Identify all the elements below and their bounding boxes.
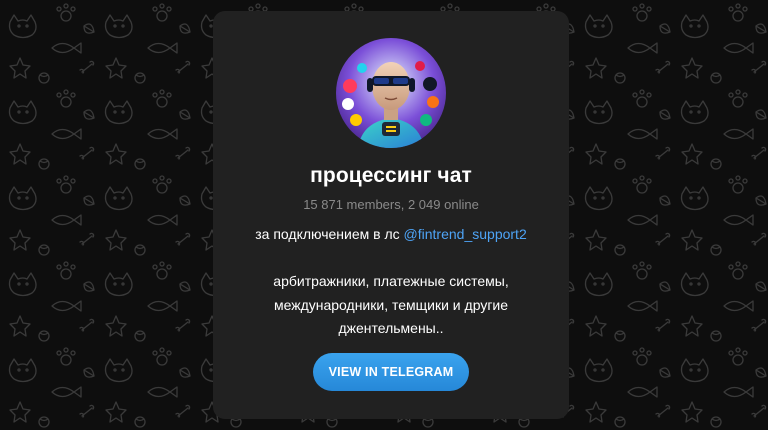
description-prefix: за подключением в лс: [255, 226, 404, 242]
channel-avatar: [336, 38, 446, 148]
robot-avatar-icon: [336, 38, 446, 148]
channel-title: процессинг чат: [310, 164, 472, 187]
description-line-1: за подключением в лс @fintrend_support2: [237, 223, 545, 247]
description-line-4: джентельмены..: [338, 320, 444, 336]
members-count: 15 871 members, 2 049 online: [303, 197, 479, 212]
description-spacer: [237, 247, 545, 271]
channel-description: за подключением в лс @fintrend_support2 …: [237, 223, 545, 341]
channel-preview-card: процессинг чат 15 871 members, 2 049 onl…: [213, 11, 569, 419]
description-line-3: международники, темщики и другие: [273, 296, 509, 313]
description-line-2: арбитражники, платежные системы,: [273, 273, 509, 289]
support-username-link[interactable]: @fintrend_support2: [404, 226, 527, 242]
view-in-telegram-button[interactable]: VIEW IN TELEGRAM: [313, 353, 469, 391]
